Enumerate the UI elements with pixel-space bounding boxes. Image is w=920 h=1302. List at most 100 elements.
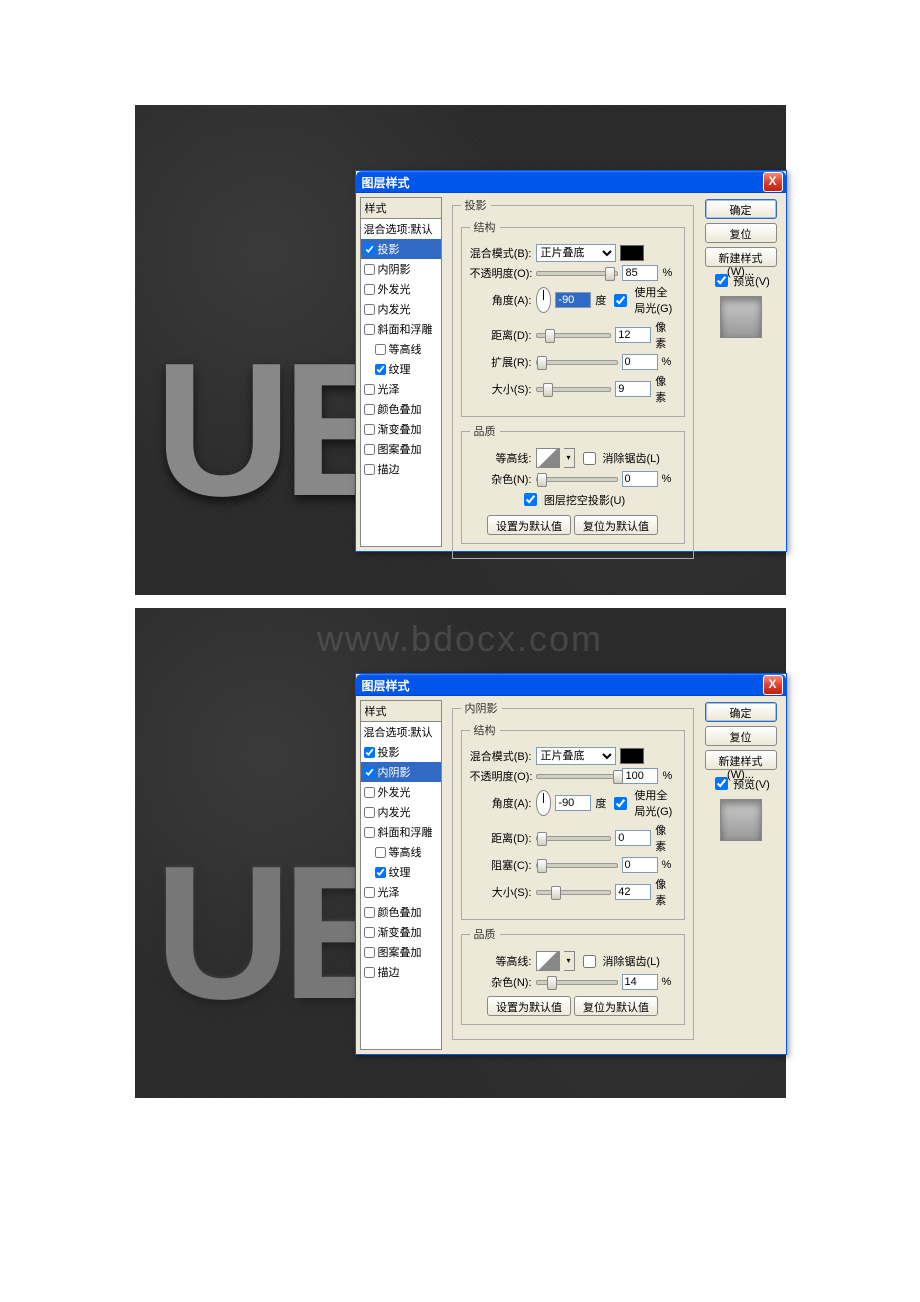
noise-slider[interactable] <box>536 980 618 985</box>
distance-input[interactable] <box>615 327 651 343</box>
style-inner-shadow[interactable]: 内阴影 <box>361 259 441 279</box>
color-swatch[interactable] <box>620 748 644 764</box>
styles-header[interactable]: 样式 <box>361 198 441 219</box>
new-style-button[interactable]: 新建样式(W)... <box>705 247 777 267</box>
ok-button[interactable]: 确定 <box>705 702 777 722</box>
spread-slider[interactable] <box>536 360 618 365</box>
checkbox-pattern-overlay[interactable] <box>364 444 375 455</box>
angle-dial[interactable] <box>536 790 552 816</box>
knockout-checkbox[interactable] <box>524 493 537 506</box>
blend-mode-select[interactable]: 正片叠底 <box>536 747 616 765</box>
set-default-button[interactable]: 设置为默认值 <box>487 515 571 535</box>
checkbox-color-overlay[interactable] <box>364 404 375 415</box>
style-inner-glow[interactable]: 内发光 <box>361 802 441 822</box>
style-pattern-overlay[interactable]: 图案叠加 <box>361 942 441 962</box>
checkbox-color-overlay[interactable] <box>364 907 375 918</box>
checkbox-gradient-overlay[interactable] <box>364 424 375 435</box>
checkbox-satin[interactable] <box>364 384 375 395</box>
checkbox-bevel[interactable] <box>364 827 375 838</box>
checkbox-texture[interactable] <box>375 364 386 375</box>
styles-header[interactable]: 样式 <box>361 701 441 722</box>
checkbox-inner-shadow[interactable] <box>364 767 375 778</box>
set-default-button[interactable]: 设置为默认值 <box>487 996 571 1016</box>
checkbox-pattern-overlay[interactable] <box>364 947 375 958</box>
style-bevel[interactable]: 斜面和浮雕 <box>361 319 441 339</box>
color-swatch[interactable] <box>620 245 644 261</box>
opacity-slider[interactable] <box>536 271 618 276</box>
style-blending-options[interactable]: 混合选项:默认 <box>361 219 441 239</box>
opacity-input[interactable] <box>622 265 658 281</box>
style-stroke[interactable]: 描边 <box>361 459 441 479</box>
style-bevel[interactable]: 斜面和浮雕 <box>361 822 441 842</box>
size-slider[interactable] <box>536 890 612 895</box>
distance-slider[interactable] <box>536 333 612 338</box>
angle-dial[interactable] <box>536 287 552 313</box>
spread-input[interactable] <box>622 354 658 370</box>
global-light-checkbox[interactable] <box>614 797 627 810</box>
checkbox-outer-glow[interactable] <box>364 284 375 295</box>
preview-checkbox[interactable] <box>715 274 728 287</box>
blend-mode-select[interactable]: 正片叠底 <box>536 244 616 262</box>
global-light-checkbox[interactable] <box>614 294 627 307</box>
style-contour[interactable]: 等高线 <box>361 842 441 862</box>
checkbox-inner-glow[interactable] <box>364 304 375 315</box>
style-color-overlay[interactable]: 颜色叠加 <box>361 399 441 419</box>
titlebar[interactable]: 图层样式 X <box>356 674 786 696</box>
checkbox-texture[interactable] <box>375 867 386 878</box>
cancel-button[interactable]: 复位 <box>705 726 777 746</box>
checkbox-outer-glow[interactable] <box>364 787 375 798</box>
choke-input[interactable] <box>622 857 658 873</box>
checkbox-satin[interactable] <box>364 887 375 898</box>
close-icon[interactable]: X <box>763 675 783 695</box>
reset-default-button[interactable]: 复位为默认值 <box>574 996 658 1016</box>
style-drop-shadow[interactable]: 投影 <box>361 239 441 259</box>
angle-input[interactable] <box>555 292 591 308</box>
contour-dropdown-icon[interactable]: ▾ <box>564 951 575 971</box>
contour-swatch[interactable] <box>536 448 560 468</box>
style-texture[interactable]: 纹理 <box>361 359 441 379</box>
size-input[interactable] <box>615 381 651 397</box>
checkbox-contour[interactable] <box>375 344 386 355</box>
choke-slider[interactable] <box>536 863 618 868</box>
antialias-checkbox[interactable] <box>583 452 596 465</box>
opacity-input[interactable] <box>622 768 658 784</box>
size-slider[interactable] <box>536 387 612 392</box>
checkbox-drop-shadow[interactable] <box>364 244 375 255</box>
distance-slider[interactable] <box>536 836 612 841</box>
noise-input[interactable] <box>622 974 658 990</box>
style-contour[interactable]: 等高线 <box>361 339 441 359</box>
distance-input[interactable] <box>615 830 651 846</box>
antialias-checkbox[interactable] <box>583 955 596 968</box>
cancel-button[interactable]: 复位 <box>705 223 777 243</box>
checkbox-inner-glow[interactable] <box>364 807 375 818</box>
checkbox-gradient-overlay[interactable] <box>364 927 375 938</box>
new-style-button[interactable]: 新建样式(W)... <box>705 750 777 770</box>
angle-input[interactable] <box>555 795 591 811</box>
style-satin[interactable]: 光泽 <box>361 379 441 399</box>
style-satin[interactable]: 光泽 <box>361 882 441 902</box>
style-stroke[interactable]: 描边 <box>361 962 441 982</box>
checkbox-stroke[interactable] <box>364 464 375 475</box>
style-inner-shadow[interactable]: 内阴影 <box>361 762 441 782</box>
opacity-slider[interactable] <box>536 774 618 779</box>
style-inner-glow[interactable]: 内发光 <box>361 299 441 319</box>
style-outer-glow[interactable]: 外发光 <box>361 279 441 299</box>
noise-slider[interactable] <box>536 477 618 482</box>
preview-checkbox[interactable] <box>715 777 728 790</box>
size-input[interactable] <box>615 884 651 900</box>
close-icon[interactable]: X <box>763 172 783 192</box>
checkbox-bevel[interactable] <box>364 324 375 335</box>
checkbox-stroke[interactable] <box>364 967 375 978</box>
checkbox-contour[interactable] <box>375 847 386 858</box>
noise-input[interactable] <box>622 471 658 487</box>
titlebar[interactable]: 图层样式 X <box>356 171 786 193</box>
style-blending-options[interactable]: 混合选项:默认 <box>361 722 441 742</box>
style-gradient-overlay[interactable]: 渐变叠加 <box>361 922 441 942</box>
checkbox-inner-shadow[interactable] <box>364 264 375 275</box>
reset-default-button[interactable]: 复位为默认值 <box>574 515 658 535</box>
style-texture[interactable]: 纹理 <box>361 862 441 882</box>
style-color-overlay[interactable]: 颜色叠加 <box>361 902 441 922</box>
checkbox-drop-shadow[interactable] <box>364 747 375 758</box>
contour-dropdown-icon[interactable]: ▾ <box>564 448 575 468</box>
style-outer-glow[interactable]: 外发光 <box>361 782 441 802</box>
